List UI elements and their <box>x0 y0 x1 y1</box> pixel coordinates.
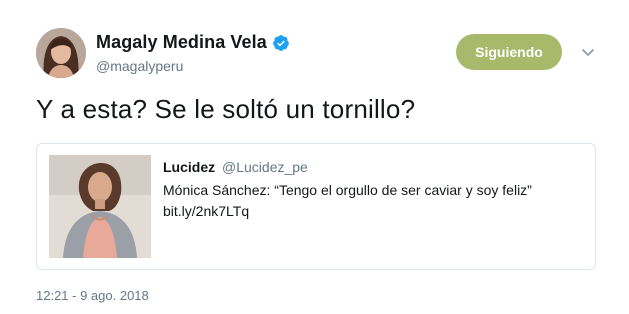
quoted-tweet-link[interactable]: bit.ly/2nk7LTq <box>163 203 249 219</box>
quoted-tweet-image <box>49 155 151 258</box>
tweet-text: Y a esta? Se le soltó un tornillo? <box>36 94 416 124</box>
author-info: Magaly Medina Vela @magalyperu <box>96 32 290 74</box>
tweet-timestamp[interactable]: 12:21 - 9 ago. 2018 <box>36 288 149 303</box>
author-name-row: Magaly Medina Vela <box>96 32 290 53</box>
quoted-author-handle: @Lucidez_pe <box>222 159 308 175</box>
avatar[interactable] <box>36 28 86 78</box>
quoted-tweet-body: Lucidez @Lucidez_pe Mónica Sánchez: “Ten… <box>163 159 585 221</box>
tweet: Magaly Medina Vela @magalyperu Siguiendo… <box>0 0 629 314</box>
author-handle[interactable]: @magalyperu <box>96 58 290 74</box>
quoted-tweet-text: Mónica Sánchez: “Tengo el orgullo de ser… <box>163 182 532 198</box>
verified-badge-icon <box>272 34 290 52</box>
following-button[interactable]: Siguiendo <box>456 34 562 70</box>
quoted-tweet-header: Lucidez @Lucidez_pe <box>163 159 585 175</box>
author-display-name[interactable]: Magaly Medina Vela <box>96 32 267 53</box>
quoted-tweet-card[interactable]: Lucidez @Lucidez_pe Mónica Sánchez: “Ten… <box>36 143 596 270</box>
quoted-author-name: Lucidez <box>163 159 216 175</box>
chevron-down-icon[interactable] <box>580 44 596 60</box>
